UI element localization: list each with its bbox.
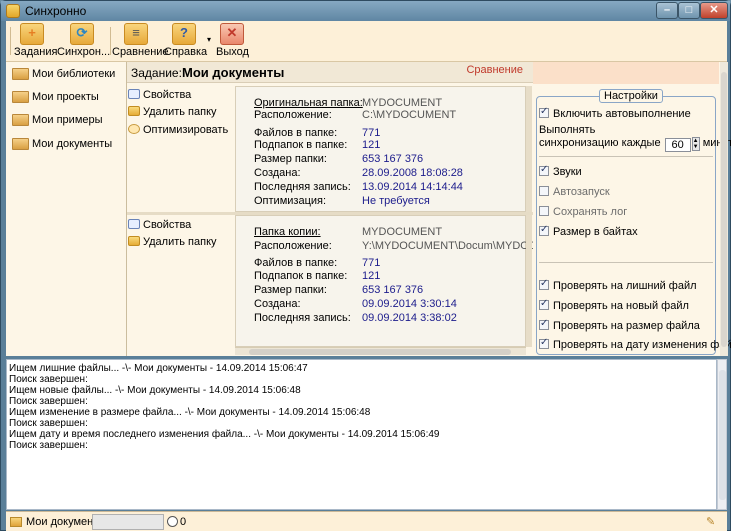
task-mode: Сравнение [466, 64, 523, 76]
sync-button[interactable]: ⟳ Синхрон... [57, 23, 110, 60]
delete-folder-action[interactable]: Удалить папку [128, 236, 217, 250]
status-bar: Мои документы 0 ✎ [6, 511, 727, 531]
library-icon [12, 91, 29, 103]
brush-icon[interactable]: ✎ [706, 515, 718, 528]
log-line: Ищем новые файлы... -\- Мои документы - … [9, 385, 301, 396]
library-list: Мои библиотеки Мои проекты Мои примеры М… [6, 62, 127, 356]
help-button[interactable]: ? Справка [164, 23, 207, 60]
checkbox-icon [539, 224, 549, 236]
help-folder-icon: ? [172, 23, 196, 45]
folder-icon [10, 517, 22, 527]
library-icon [12, 114, 29, 126]
plus-folder-icon: + [20, 23, 44, 45]
compare-button[interactable]: ≡ Сравнение [112, 23, 169, 60]
delete-folder-action[interactable]: Удалить папку [128, 106, 217, 120]
task-name: Мои документы [182, 65, 285, 80]
library-item[interactable]: Мои примеры [10, 111, 126, 129]
check-extra-checkbox[interactable]: Проверять на лишний файл [539, 278, 697, 294]
checkbox-icon [539, 164, 549, 176]
sync-folder-icon: ⟳ [70, 23, 94, 45]
title-bar[interactable]: Синхронно – □ ✕ [1, 1, 730, 21]
size-bytes-checkbox[interactable]: Размер в байтах [539, 224, 638, 240]
log-scrollbar[interactable] [717, 359, 727, 510]
original-folder-info: Оригинальная папка: MYDOCUMENT Расположен… [235, 86, 526, 212]
library-item[interactable]: Мои библиотеки [10, 65, 126, 83]
app-icon [6, 4, 20, 18]
settings-panel: Настройки Включить автовыполнение Выполн… [533, 62, 731, 356]
checkbox-icon [539, 186, 549, 196]
folder-icon [128, 106, 140, 116]
check-size-checkbox[interactable]: Проверять на размер файла [539, 318, 700, 334]
splitter[interactable] [526, 86, 532, 212]
checkbox-icon [539, 318, 549, 330]
log-line: Ищем изменение в размере файла... -\- Мо… [9, 407, 371, 418]
library-item[interactable]: Мои документы [10, 135, 126, 153]
scrollbar-thumb[interactable] [721, 72, 727, 347]
toolbar: + Задания ⟳ Синхрон... ≡ Сравнение ? Спр… [6, 21, 727, 62]
log-output[interactable]: Ищем лишние файлы... -\- Мои документы -… [6, 359, 717, 510]
log-line: Поиск завершен: [9, 374, 88, 385]
checkbox-icon [539, 106, 549, 118]
log-line: Поиск завершен: [9, 396, 88, 407]
status-count: 0 [180, 516, 187, 528]
compare-folder-icon: ≡ [124, 23, 148, 45]
splitter[interactable] [526, 215, 532, 347]
checkbox-icon [539, 337, 549, 349]
log-line: Ищем лишние файлы... -\- Мои документы -… [9, 363, 308, 374]
check-date-checkbox[interactable]: Проверять на дату изменения файла [539, 337, 731, 353]
toolbar-grip [10, 27, 11, 55]
maximize-button[interactable]: □ [678, 2, 700, 19]
window-title: Синхронно [25, 4, 87, 18]
spinner-icon[interactable]: ▲ ▼ [691, 137, 700, 151]
library-item[interactable]: Мои проекты [10, 88, 126, 106]
log-line: Ищем дату и время последнего изменения ф… [9, 429, 440, 440]
tasks-button[interactable]: + Задания [14, 23, 57, 60]
status-progress-field [92, 514, 164, 530]
scrollbar-thumb[interactable] [719, 370, 726, 500]
properties-icon [128, 219, 140, 229]
divider [539, 156, 713, 157]
checkbox-icon [539, 206, 549, 216]
log-line: Поиск завершен: [9, 418, 88, 429]
scrollbar-thumb[interactable] [249, 349, 511, 355]
library-icon [12, 138, 29, 150]
exit-icon: ✕ [220, 23, 244, 45]
exit-button[interactable]: ✕ Выход [216, 23, 249, 60]
checkbox-icon [539, 298, 549, 310]
minimize-button[interactable]: – [656, 2, 678, 19]
optimize-icon [128, 124, 140, 134]
sync-interval-input[interactable]: 60 [664, 138, 691, 152]
copy-folder-info: Папка копии: MYDOCUMENT Расположение: Y:\M… [235, 215, 569, 347]
toolbar-separator [110, 27, 111, 55]
library-icon [12, 68, 29, 80]
properties-action[interactable]: Свойства [128, 219, 191, 233]
checkbox-icon [539, 278, 549, 290]
optimize-action[interactable]: Оптимизировать [128, 124, 228, 138]
task-panel: Задание: Мои документы Сравнение Свойств… [127, 62, 569, 356]
save-log-checkbox[interactable]: Сохранять лог [539, 206, 627, 220]
auto-run-checkbox[interactable]: Включить автовыполнение [539, 106, 691, 122]
task-header: Задание: Мои документы Сравнение [127, 62, 533, 83]
properties-icon [128, 89, 140, 99]
clock-icon [167, 516, 178, 527]
horizontal-scrollbar[interactable] [235, 347, 526, 355]
settings-header [533, 62, 719, 84]
settings-scrollbar[interactable] [720, 62, 728, 356]
autostart-checkbox[interactable]: Автозапуск [539, 186, 610, 200]
settings-legend: Настройки [599, 89, 663, 103]
log-line: Поиск завершен: [9, 440, 88, 451]
check-new-checkbox[interactable]: Проверять на новый файл [539, 298, 689, 314]
folder-icon [128, 236, 140, 246]
close-button[interactable]: ✕ [700, 2, 728, 19]
properties-action[interactable]: Свойства [128, 89, 191, 103]
app-window: Синхронно – □ ✕ + Задания ⟳ Синхрон... ≡… [0, 0, 731, 531]
divider [539, 262, 713, 263]
sounds-checkbox[interactable]: Звуки [539, 164, 582, 180]
